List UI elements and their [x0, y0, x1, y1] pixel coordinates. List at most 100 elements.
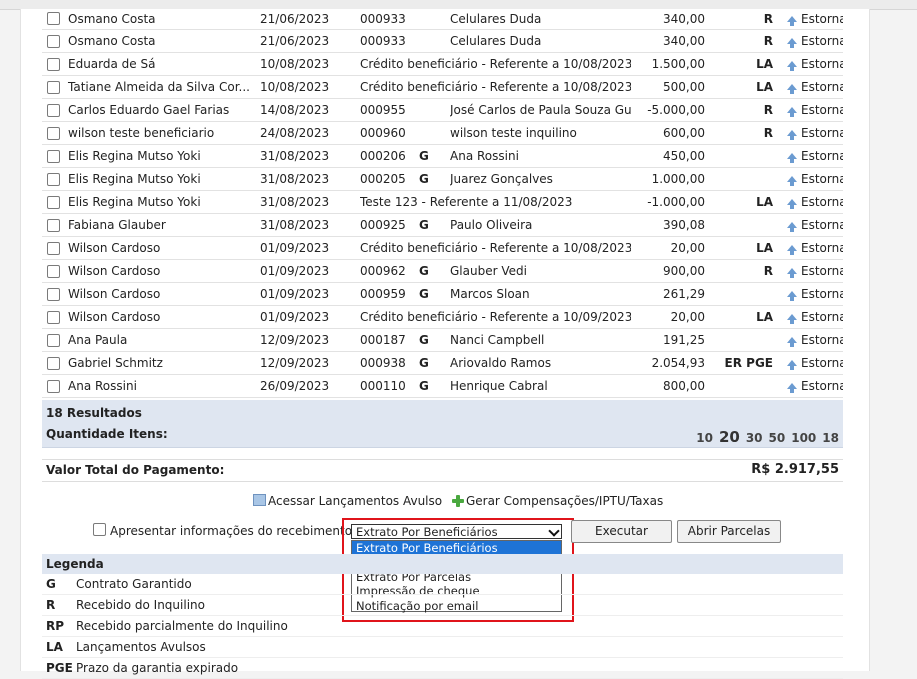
- reverse-action[interactable]: Estornar: [779, 121, 843, 145]
- avulsos-link[interactable]: Acessar Lançamentos Avulso: [268, 494, 442, 508]
- amount: 20,00: [631, 305, 711, 329]
- page-size-option[interactable]: 50: [769, 431, 786, 445]
- beneficiary-name: Wilson Cardoso: [61, 305, 260, 329]
- page-size-option[interactable]: 20: [719, 428, 740, 446]
- page-size-option[interactable]: 30: [746, 431, 763, 445]
- page-size-option[interactable]: 10: [696, 431, 713, 445]
- reverse-action[interactable]: Estornar: [779, 213, 843, 237]
- tenant-name: Celulares Duda: [450, 29, 631, 53]
- guarantee-flag: G: [419, 213, 450, 237]
- reverse-link[interactable]: Estornar: [801, 149, 843, 163]
- guarantee-flag: [419, 98, 450, 122]
- guarantee-flag: G: [419, 259, 450, 283]
- payment-date: 12/09/2023: [260, 328, 360, 352]
- reverse-action[interactable]: Estornar: [779, 29, 843, 53]
- row-checkbox[interactable]: [47, 57, 60, 71]
- row-checkbox[interactable]: [47, 379, 60, 393]
- payment-date: 26/09/2023: [260, 374, 360, 398]
- reverse-link[interactable]: Estornar: [801, 80, 843, 94]
- row-checkbox[interactable]: [47, 149, 60, 163]
- reverse-link[interactable]: Estornar: [801, 218, 843, 232]
- amount: 261,29: [631, 282, 711, 306]
- reverse-link[interactable]: Estornar: [801, 287, 843, 301]
- row-checkbox[interactable]: [47, 172, 60, 186]
- row-checkbox[interactable]: [47, 12, 60, 25]
- present-info-checkbox[interactable]: [93, 523, 106, 536]
- payment-total-label: Valor Total do Pagamento:: [46, 463, 225, 477]
- reverse-action[interactable]: Estornar: [779, 328, 843, 352]
- open-installments-button[interactable]: Abrir Parcelas: [677, 520, 781, 543]
- tenant-name: Paulo Oliveira: [450, 213, 631, 237]
- document-number: 000959: [360, 282, 419, 306]
- arrow-up-icon: [787, 107, 797, 117]
- table-row: Eduarda de Sá 10/08/2023 Crédito beneficiá…: [42, 52, 843, 76]
- reverse-action[interactable]: Estornar: [779, 167, 843, 191]
- reverse-action[interactable]: Estornar: [779, 144, 843, 168]
- arrow-up-icon: [787, 84, 797, 94]
- entry-description: Teste 123 - Referente a 11/08/2023: [360, 190, 631, 214]
- reverse-link[interactable]: Estornar: [801, 12, 843, 26]
- arrow-up-icon: [787, 291, 797, 301]
- page-size-option[interactable]: 18: [822, 431, 839, 445]
- row-checkbox[interactable]: [47, 103, 60, 117]
- reverse-link[interactable]: Estornar: [801, 264, 843, 278]
- report-type-select[interactable]: Extrato Por Beneficiários: [351, 524, 562, 539]
- reverse-link[interactable]: Estornar: [801, 172, 843, 186]
- compensacoes-link[interactable]: Gerar Compensações/IPTU/Taxas: [466, 494, 663, 508]
- document-number: 000110: [360, 374, 419, 398]
- execute-button[interactable]: Executar: [571, 520, 672, 543]
- reverse-link[interactable]: Estornar: [801, 195, 843, 209]
- row-checkbox[interactable]: [47, 218, 60, 232]
- reverse-action[interactable]: Estornar: [779, 98, 843, 122]
- reverse-action[interactable]: Estornar: [779, 8, 843, 30]
- reverse-action[interactable]: Estornar: [779, 282, 843, 306]
- reverse-action[interactable]: Estornar: [779, 259, 843, 283]
- payment-total-value: R$ 2.917,55: [751, 462, 839, 477]
- reverse-link[interactable]: Estornar: [801, 310, 843, 324]
- row-checkbox[interactable]: [47, 333, 60, 347]
- row-select: [42, 121, 61, 145]
- row-checkbox[interactable]: [47, 126, 60, 140]
- reverse-action[interactable]: Estornar: [779, 52, 843, 76]
- tenant-name: Nanci Campbell: [450, 328, 631, 352]
- row-checkbox[interactable]: [47, 34, 60, 48]
- reverse-action[interactable]: Estornar: [779, 351, 843, 375]
- tenant-name: Celulares Duda: [450, 8, 631, 30]
- reverse-link[interactable]: Estornar: [801, 379, 843, 393]
- reverse-link[interactable]: Estornar: [801, 356, 843, 370]
- legend-item: R Recebido do Inquilino: [42, 595, 843, 616]
- reverse-link[interactable]: Estornar: [801, 103, 843, 117]
- row-checkbox[interactable]: [47, 287, 60, 301]
- reverse-action[interactable]: Estornar: [779, 374, 843, 398]
- reverse-link[interactable]: Estornar: [801, 57, 843, 71]
- status-badge: LA: [711, 75, 779, 99]
- status-badge: ER PGE: [711, 351, 779, 375]
- reverse-link[interactable]: Estornar: [801, 333, 843, 347]
- reverse-link[interactable]: Estornar: [801, 241, 843, 255]
- row-checkbox[interactable]: [47, 356, 60, 370]
- status-badge: LA: [711, 305, 779, 329]
- reverse-action[interactable]: Estornar: [779, 190, 843, 214]
- row-checkbox[interactable]: [47, 195, 60, 209]
- row-checkbox[interactable]: [47, 241, 60, 255]
- legend-description: Recebido do Inquilino: [76, 598, 205, 612]
- page-size-option[interactable]: 100: [791, 431, 816, 445]
- status-badge: LA: [711, 236, 779, 260]
- row-checkbox[interactable]: [47, 80, 60, 94]
- reverse-link[interactable]: Estornar: [801, 34, 843, 48]
- row-checkbox[interactable]: [47, 264, 60, 278]
- arrow-up-icon: [787, 153, 797, 163]
- arrow-up-icon: [787, 337, 797, 347]
- reverse-action[interactable]: Estornar: [779, 236, 843, 260]
- row-select: [42, 8, 61, 30]
- reverse-action[interactable]: Estornar: [779, 75, 843, 99]
- row-checkbox[interactable]: [47, 310, 60, 324]
- arrow-up-icon: [787, 130, 797, 140]
- reverse-action[interactable]: Estornar: [779, 305, 843, 329]
- document-number: 000960: [360, 121, 419, 145]
- beneficiary-name: Osmano Costa: [61, 8, 260, 30]
- guarantee-flag: [419, 121, 450, 145]
- reverse-link[interactable]: Estornar: [801, 126, 843, 140]
- action-links: Acessar Lançamentos Avulso Gerar Compens…: [253, 494, 663, 508]
- legend-description: Prazo da garantia expirado: [76, 661, 239, 675]
